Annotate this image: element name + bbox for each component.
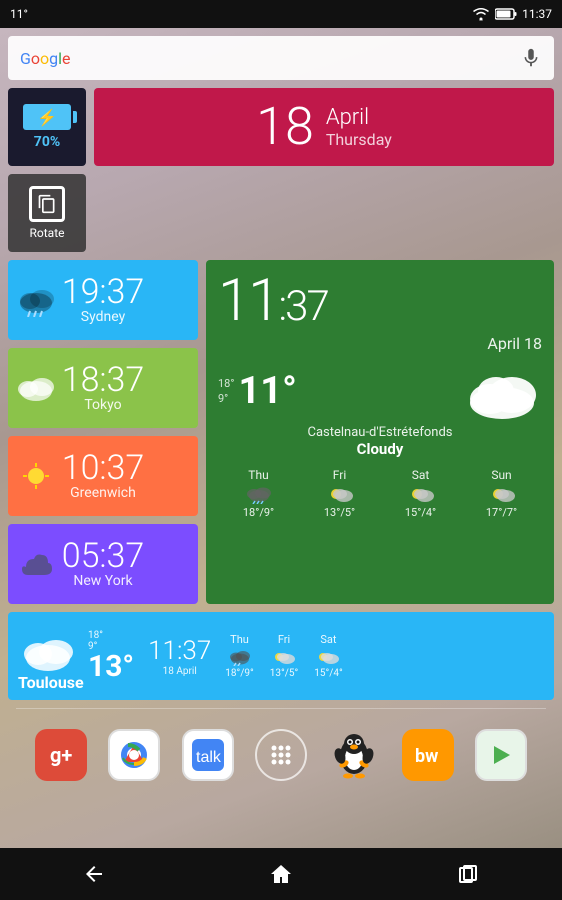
search-bar[interactable]: Google [8,36,554,80]
main-content: Google ⚡ 70% Rotate [0,28,562,797]
main-location: Castelnau-d'Estrétefonds [218,425,542,440]
main-weather-date: April 18 [218,334,542,353]
forecast-fri: Fri 13°/5° [324,468,355,519]
greenwich-time: 10:37 [62,451,145,485]
toulouse-forecast-fri: Fri 13°/5° [270,633,298,679]
battery-percent: 70% [34,134,60,150]
greenwich-name: Greenwich [70,485,136,501]
main-weather-widget[interactable]: 11:37 April 18 18°9° 11° Castelnau-d'Es [206,260,554,604]
microphone-icon[interactable] [520,47,542,69]
bottom-weather-widget[interactable]: 18°9° 13° 11:37 18 April Thu 18°/9° Fri [8,612,554,700]
home-button[interactable] [261,854,301,894]
sun-icon-greenwich [14,461,58,491]
dock-divider [16,708,546,709]
battery-bolt: ⚡ [37,108,57,127]
clock-tokyo[interactable]: 18:37 Tokyo [8,348,198,428]
app-icon-gplus[interactable]: g+ [35,729,87,781]
sydney-name: Sydney [81,309,125,325]
battery-icon-large: ⚡ [23,104,71,130]
small-widgets-column: ⚡ 70% Rotate [8,88,86,252]
date-month: April [326,105,392,130]
sydney-time: 19:37 [62,275,145,309]
cloud-rain-icon-sydney [14,283,58,317]
toulouse-forecast-sat: Sat 15°/4° [314,633,342,679]
svg-text:talk: talk [196,749,222,766]
wifi-icon [472,7,490,21]
nav-bar [0,848,562,900]
tokyo-time: 18:37 [62,363,145,397]
battery-status-icon [495,8,517,20]
cloud-icon-toulouse [18,630,78,674]
top-widgets-row: ⚡ 70% Rotate 18 April Thursday [8,88,554,252]
toulouse-forecast-thu: Thu 18°/9° [225,633,253,679]
rotate-label: Rotate [30,226,65,240]
forecast-sun: Sun 17°/7° [486,468,517,519]
app-icon-play[interactable] [475,729,527,781]
tokyo-name: Tokyo [84,397,121,413]
main-temp: 11° [238,369,296,413]
app-icon-talk[interactable]: talk [182,729,234,781]
city-clocks: 19:37 Sydney 18:37 Tokyo [8,260,198,604]
status-bar: 11° 11:37 [0,0,562,28]
toulouse-time: 11:37 [148,636,211,666]
clock-newyork[interactable]: 05:37 New York [8,524,198,604]
toulouse-forecast: Thu 18°/9° Fri 13°/5° [225,633,342,679]
date-day: 18 [256,101,314,153]
clock-greenwich[interactable]: 10:37 Greenwich [8,436,198,516]
rotate-icon [29,186,65,222]
recent-button[interactable] [448,854,488,894]
app-icon-penguin[interactable] [328,729,380,781]
night-cloud-icon-newyork [14,549,58,579]
date-widget[interactable]: 18 April Thursday [94,88,554,166]
forecast-thu: Thu 18°/9° [243,468,274,519]
main-cloud-icon [297,361,542,421]
rotate-widget[interactable]: Rotate [8,174,86,252]
svg-text:bw: bw [415,746,438,767]
main-hi-lo: 18°9° [218,376,234,407]
main-weather-time: 11:37 [218,272,328,330]
newyork-time: 05:37 [62,539,145,573]
toulouse-temp: 13° [88,652,134,682]
main-condition: Cloudy [218,440,542,458]
back-button[interactable] [74,854,114,894]
toulouse-date: 18 April [148,666,211,677]
cloud-icon-tokyo [14,373,58,403]
date-month-day: April Thursday [326,105,392,149]
forecast-sat: Sat 15°/4° [405,468,436,519]
toulouse-city-name: Toulouse [18,673,84,692]
battery-widget[interactable]: ⚡ 70% [8,88,86,166]
svg-text:g+: g+ [50,743,72,767]
signal-strength: 11° [10,7,28,21]
middle-section: 19:37 Sydney 18:37 Tokyo [8,260,554,604]
app-icon-apps[interactable] [255,729,307,781]
app-dock: g+ talk [8,721,554,789]
app-icon-bw[interactable]: bw [402,729,454,781]
app-icon-chrome[interactable] [108,729,160,781]
clock-sydney[interactable]: 19:37 Sydney [8,260,198,340]
newyork-name: New York [73,573,132,589]
google-logo: Google [20,49,71,68]
date-weekday: Thursday [326,130,392,149]
main-temp-section: 18°9° 11° [218,361,542,421]
toulouse-time-section: 11:37 18 April [148,636,211,677]
main-forecast-row: Thu 18°/9° Fri [218,468,542,519]
status-right: 11:37 [472,7,552,21]
status-time: 11:37 [522,7,552,21]
